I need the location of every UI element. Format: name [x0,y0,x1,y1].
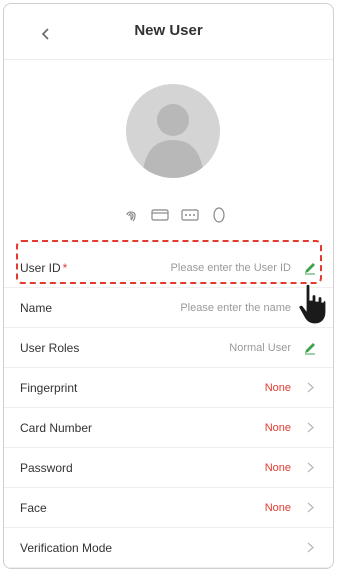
card-icon [149,204,171,226]
edit-icon[interactable] [301,261,319,275]
user-silhouette-icon [142,104,204,178]
row-label: Face [20,500,47,515]
required-marker: * [62,260,68,275]
row-fingerprint[interactable]: Fingerprint None [4,368,333,408]
password-status: None [264,461,291,474]
chevron-right-icon [301,542,319,553]
pointing-hand-icon [298,283,327,325]
chevron-right-icon [301,502,319,513]
name-input[interactable]: Please enter the name [180,302,291,314]
user-roles-value: Normal User [229,341,291,354]
card-number-status: None [264,421,291,434]
avatar[interactable] [126,84,220,178]
chevron-right-icon [301,422,319,433]
credential-icons [120,204,230,226]
row-verification-mode[interactable]: Verification Mode [4,528,333,568]
chevron-right-icon [301,382,319,393]
row-label: Fingerprint [20,380,78,395]
face-icon [208,204,230,226]
user-form-list: User ID * Please enter the User ID Name … [4,248,333,568]
fingerprint-status: None [264,381,291,394]
fingerprint-icon [120,204,142,226]
row-label: Password [20,460,73,475]
row-label: Verification Mode [20,540,113,555]
row-label: User Roles [20,340,80,355]
header: New User [4,4,333,60]
edit-icon[interactable] [301,341,319,355]
page-title: New User [134,22,203,39]
password-icon [179,204,201,226]
row-card-number[interactable]: Card Number None [4,408,333,448]
row-label: User ID [20,260,61,275]
user-id-input[interactable]: Please enter the User ID [171,262,291,274]
chevron-right-icon [301,462,319,473]
row-label: Card Number [20,420,93,435]
row-face[interactable]: Face None [4,488,333,528]
face-status: None [264,501,291,514]
row-password[interactable]: Password None [4,448,333,488]
row-user-id[interactable]: User ID * Please enter the User ID [4,248,333,288]
row-user-roles[interactable]: User Roles Normal User [4,328,333,368]
row-name[interactable]: Name Please enter the name [4,288,333,328]
phone-frame: New User User ID * Please enter the User… [3,3,334,569]
row-label: Name [20,300,53,315]
